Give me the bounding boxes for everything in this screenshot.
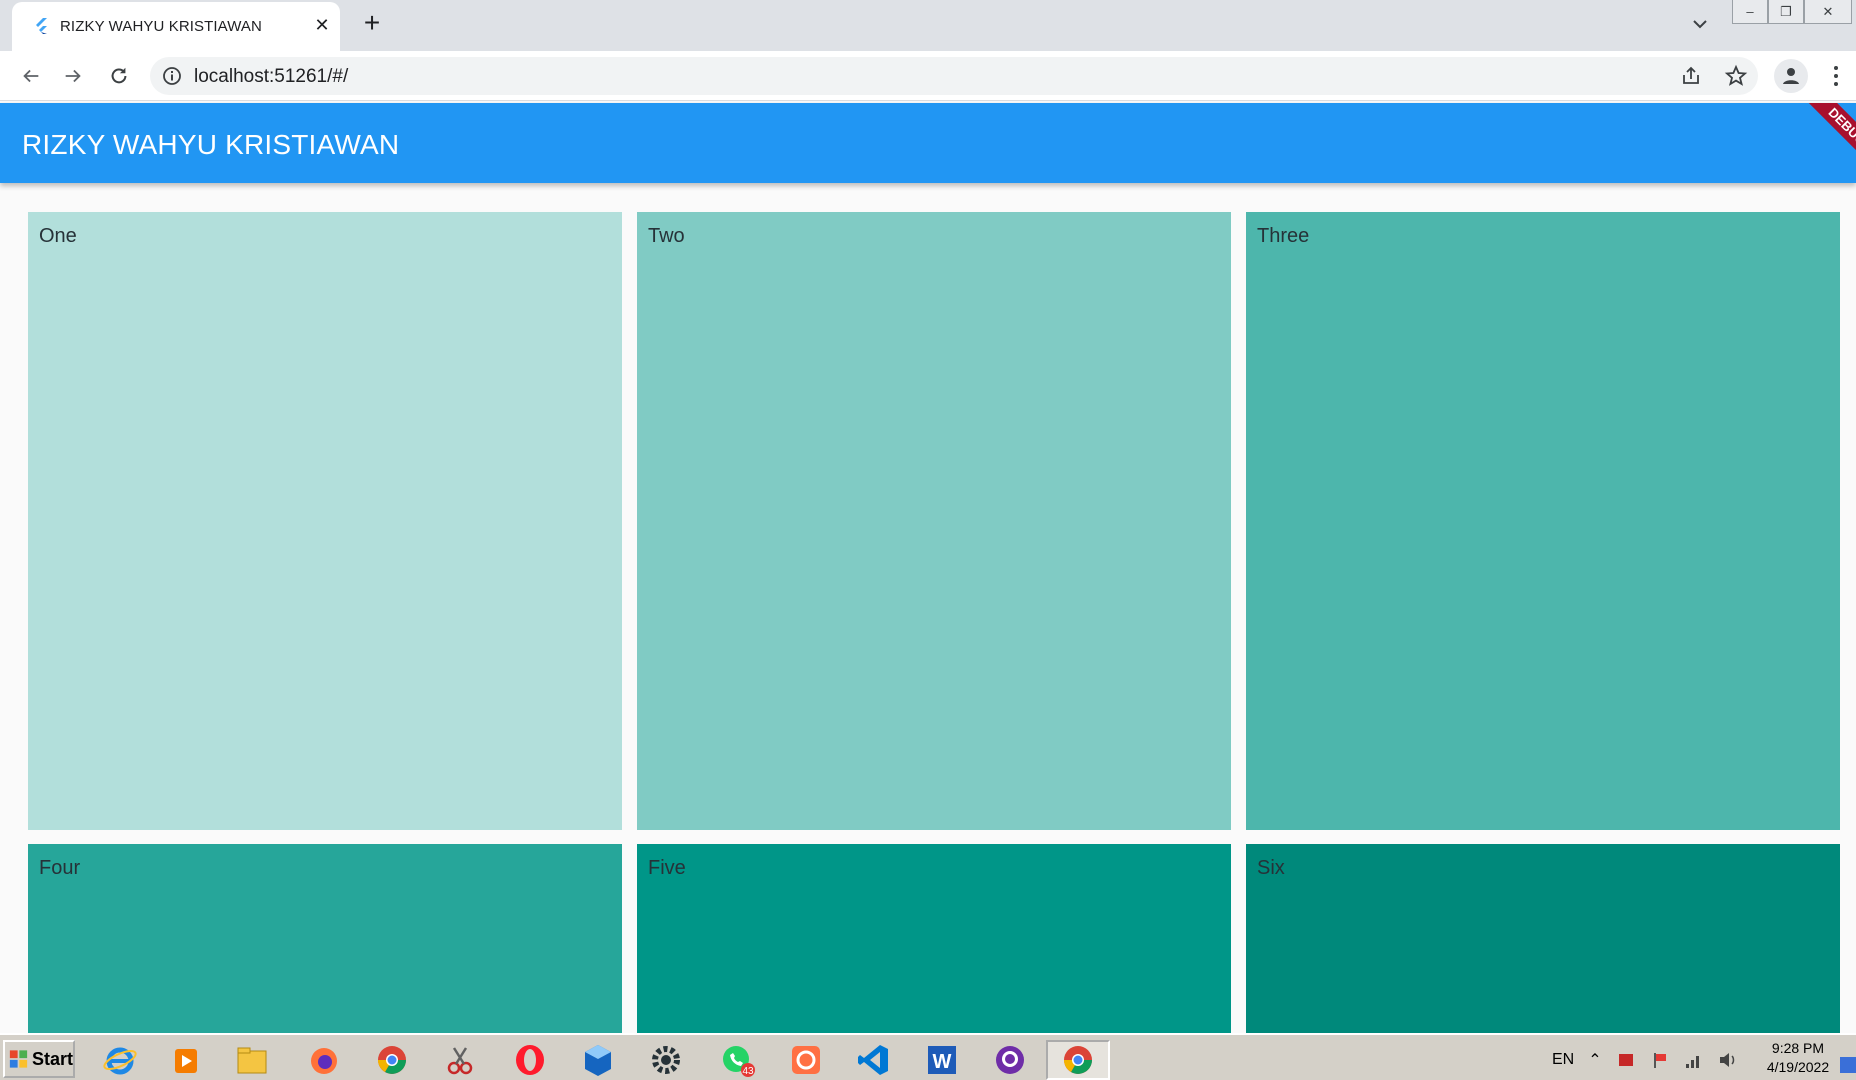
close-tab-icon[interactable]: ✕ [310,13,334,37]
profile-button[interactable] [1774,59,1808,93]
clock-date: 4/19/2022 [1766,1059,1830,1075]
github-icon [996,1046,1024,1074]
tile-five: Five [637,844,1231,1040]
share-icon[interactable] [1680,65,1702,87]
browser-tab-strip: RIZKY WAHYU KRISTIAWAN ✕ + – ❐ ✕ [0,0,1856,51]
taskbar-firefox[interactable] [292,1040,356,1080]
window-close-button[interactable]: ✕ [1804,0,1852,24]
system-clock[interactable]: 9:28 PM 4/19/2022 [1758,1039,1838,1077]
snipping-tool-icon [447,1047,473,1075]
taskbar-internet-explorer[interactable] [88,1040,152,1080]
orange-app-icon [792,1046,820,1074]
clock-time: 9:28 PM [1771,1040,1825,1056]
browser-toolbar: localhost:51261/#/ [0,51,1856,101]
taskbar-virtualbox[interactable] [566,1040,630,1080]
forward-button[interactable] [58,61,88,91]
virtualbox-icon [585,1045,611,1076]
new-tab-button[interactable]: + [358,9,386,38]
taskbar-media-player[interactable] [154,1040,218,1080]
chrome-icon [378,1046,406,1074]
tile-label: Four [39,857,81,879]
taskbar: Start 43 W EN ⌃ 9:28 PM 4/19/2022 [0,1033,1856,1080]
tile-grid: One Two Three Four Five Six [28,212,1840,1040]
restore-button[interactable]: ❐ [1768,0,1804,24]
taskbar-orange-app[interactable] [774,1040,838,1080]
svg-text:W: W [933,1051,952,1073]
taskbar-whatsapp[interactable]: 43 [706,1040,770,1080]
minimize-button[interactable]: – [1732,0,1768,24]
tile-label: One [39,225,77,247]
chevron-down-icon[interactable] [1688,12,1712,36]
volume-icon[interactable] [1718,1050,1738,1070]
app-title: RIZKY WAHYU KRISTIAWAN [22,129,400,160]
tile-three: Three [1246,212,1840,830]
whatsapp-icon: 43 [723,1046,755,1077]
reload-button[interactable] [104,61,134,91]
tile-label: Six [1257,857,1285,879]
tile-label: Three [1257,225,1310,247]
folder-icon [237,1047,267,1074]
more-vert-icon[interactable] [1824,63,1848,89]
tile-two: Two [637,212,1231,830]
firefox-icon [311,1048,337,1074]
system-tray: EN ⌃ [1552,1045,1752,1075]
back-arrow-icon [23,69,39,83]
app-bar: RIZKY WAHYU KRISTIAWAN DEBUG [0,103,1856,183]
reload-icon [111,67,127,84]
taskbar-github[interactable] [978,1040,1042,1080]
tray-shield-icon[interactable] [1616,1050,1636,1070]
taskbar-file-explorer[interactable] [220,1040,284,1080]
address-bar[interactable]: localhost:51261/#/ [150,57,1758,95]
taskbar-settings-app[interactable] [634,1040,698,1080]
tab-title: RIZKY WAHYU KRISTIAWAN [60,18,262,35]
browser-tab[interactable]: RIZKY WAHYU KRISTIAWAN ✕ [12,2,340,51]
internet-explorer-icon [103,1047,137,1075]
taskbar-snipping-tool[interactable] [428,1040,492,1080]
start-button[interactable]: Start [3,1040,75,1078]
media-player-icon [175,1049,197,1073]
taskbar-word[interactable]: W [910,1040,974,1080]
language-indicator[interactable]: EN [1552,1051,1574,1069]
window-controls: – ❐ ✕ [1732,0,1856,26]
opera-icon [516,1045,544,1075]
info-icon[interactable] [162,66,182,86]
tile-label: Two [648,225,685,247]
flutter-icon [36,18,47,34]
profile-icon [1783,68,1799,84]
taskbar-opera[interactable] [498,1040,562,1080]
tray-arrow-icon[interactable]: ⌃ [1588,1050,1601,1070]
chrome-icon [1064,1046,1092,1074]
star-icon[interactable] [1724,64,1748,88]
taskbar-vscode[interactable] [842,1040,906,1080]
show-desktop-button[interactable] [1840,1057,1856,1073]
tile-four: Four [28,844,622,1040]
settings-gear-icon [652,1046,680,1074]
windows-logo-icon [9,1050,28,1068]
word-icon: W [928,1046,956,1074]
forward-arrow-icon [65,69,81,83]
tile-label: Five [648,857,686,879]
debug-banner: DEBUG [1793,103,1856,181]
taskbar-chrome[interactable] [360,1040,424,1080]
whatsapp-badge: 43 [742,1066,754,1077]
url-text[interactable]: localhost:51261/#/ [194,66,348,88]
tile-one: One [28,212,622,830]
network-icon[interactable] [1684,1050,1704,1070]
tray-flag-icon[interactable] [1650,1050,1670,1070]
vscode-icon [858,1045,888,1075]
tile-six: Six [1246,844,1840,1040]
taskbar-chrome-active[interactable] [1046,1040,1110,1080]
start-label: Start [31,1048,73,1069]
back-button[interactable] [16,61,46,91]
